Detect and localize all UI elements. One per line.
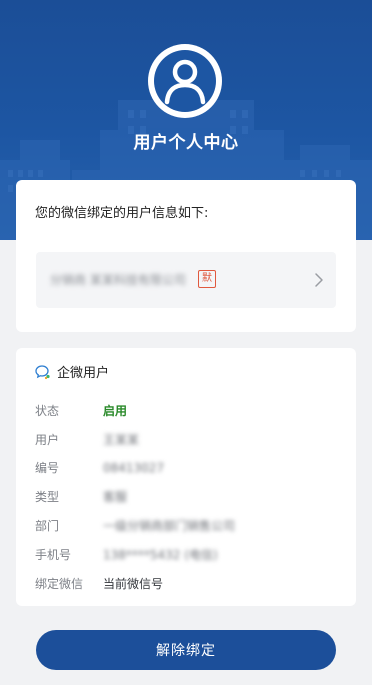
- number-value: 08413027: [103, 460, 165, 475]
- row-label: 类型: [35, 490, 60, 505]
- user-detail-list: 状态 启用 用户 王某某 编号 08413027 类型 客服 部门 一级分销商部…: [35, 396, 235, 598]
- unbind-button[interactable]: 解除绑定: [36, 630, 336, 670]
- row-label: 用户: [35, 432, 60, 447]
- detail-row-phone: 手机号 138****5432 (电信): [35, 540, 235, 569]
- detail-row-status: 状态 启用: [35, 396, 235, 425]
- department-value: 一级分销商部门销售公司: [103, 519, 236, 534]
- bound-account-card: 您的微信绑定的用户信息如下: 分销商 某某科技有限公司 默: [16, 180, 356, 332]
- user-value: 王某某: [103, 432, 140, 447]
- account-name: 分销商 某某科技有限公司: [50, 273, 186, 287]
- chevron-right-icon: [315, 273, 323, 287]
- row-label: 手机号: [35, 547, 72, 562]
- wecom-user-card: 企微用户 状态 启用 用户 王某某 编号 08413027 类型 客服 部门 一…: [16, 348, 356, 606]
- user-avatar-icon: [146, 42, 224, 120]
- detail-row-user: 用户 王某某: [35, 425, 235, 454]
- type-value: 客服: [103, 490, 128, 505]
- account-list-item[interactable]: 分销商 某某科技有限公司 默: [36, 252, 336, 308]
- detail-row-number: 编号 08413027: [35, 454, 235, 483]
- wecom-chat-icon: [35, 364, 50, 379]
- row-label: 绑定微信: [35, 576, 84, 591]
- card-title: 企微用户: [57, 366, 110, 381]
- detail-row-type: 类型 客服: [35, 482, 235, 511]
- row-label: 编号: [35, 461, 60, 476]
- phone-value: 138****5432 (电信): [103, 547, 218, 562]
- card-header: 企微用户: [35, 362, 109, 381]
- page-title: 用户个人中心: [133, 133, 239, 153]
- wechat-value: 当前微信号: [103, 576, 164, 591]
- row-label: 部门: [35, 519, 60, 534]
- detail-row-department: 部门 一级分销商部门销售公司: [35, 511, 235, 540]
- status-value: 启用: [103, 403, 128, 418]
- detail-row-wechat: 绑定微信 当前微信号: [35, 569, 235, 598]
- default-tag: 默: [198, 270, 216, 288]
- bound-info-prompt: 您的微信绑定的用户信息如下:: [35, 206, 209, 221]
- row-label: 状态: [35, 403, 60, 418]
